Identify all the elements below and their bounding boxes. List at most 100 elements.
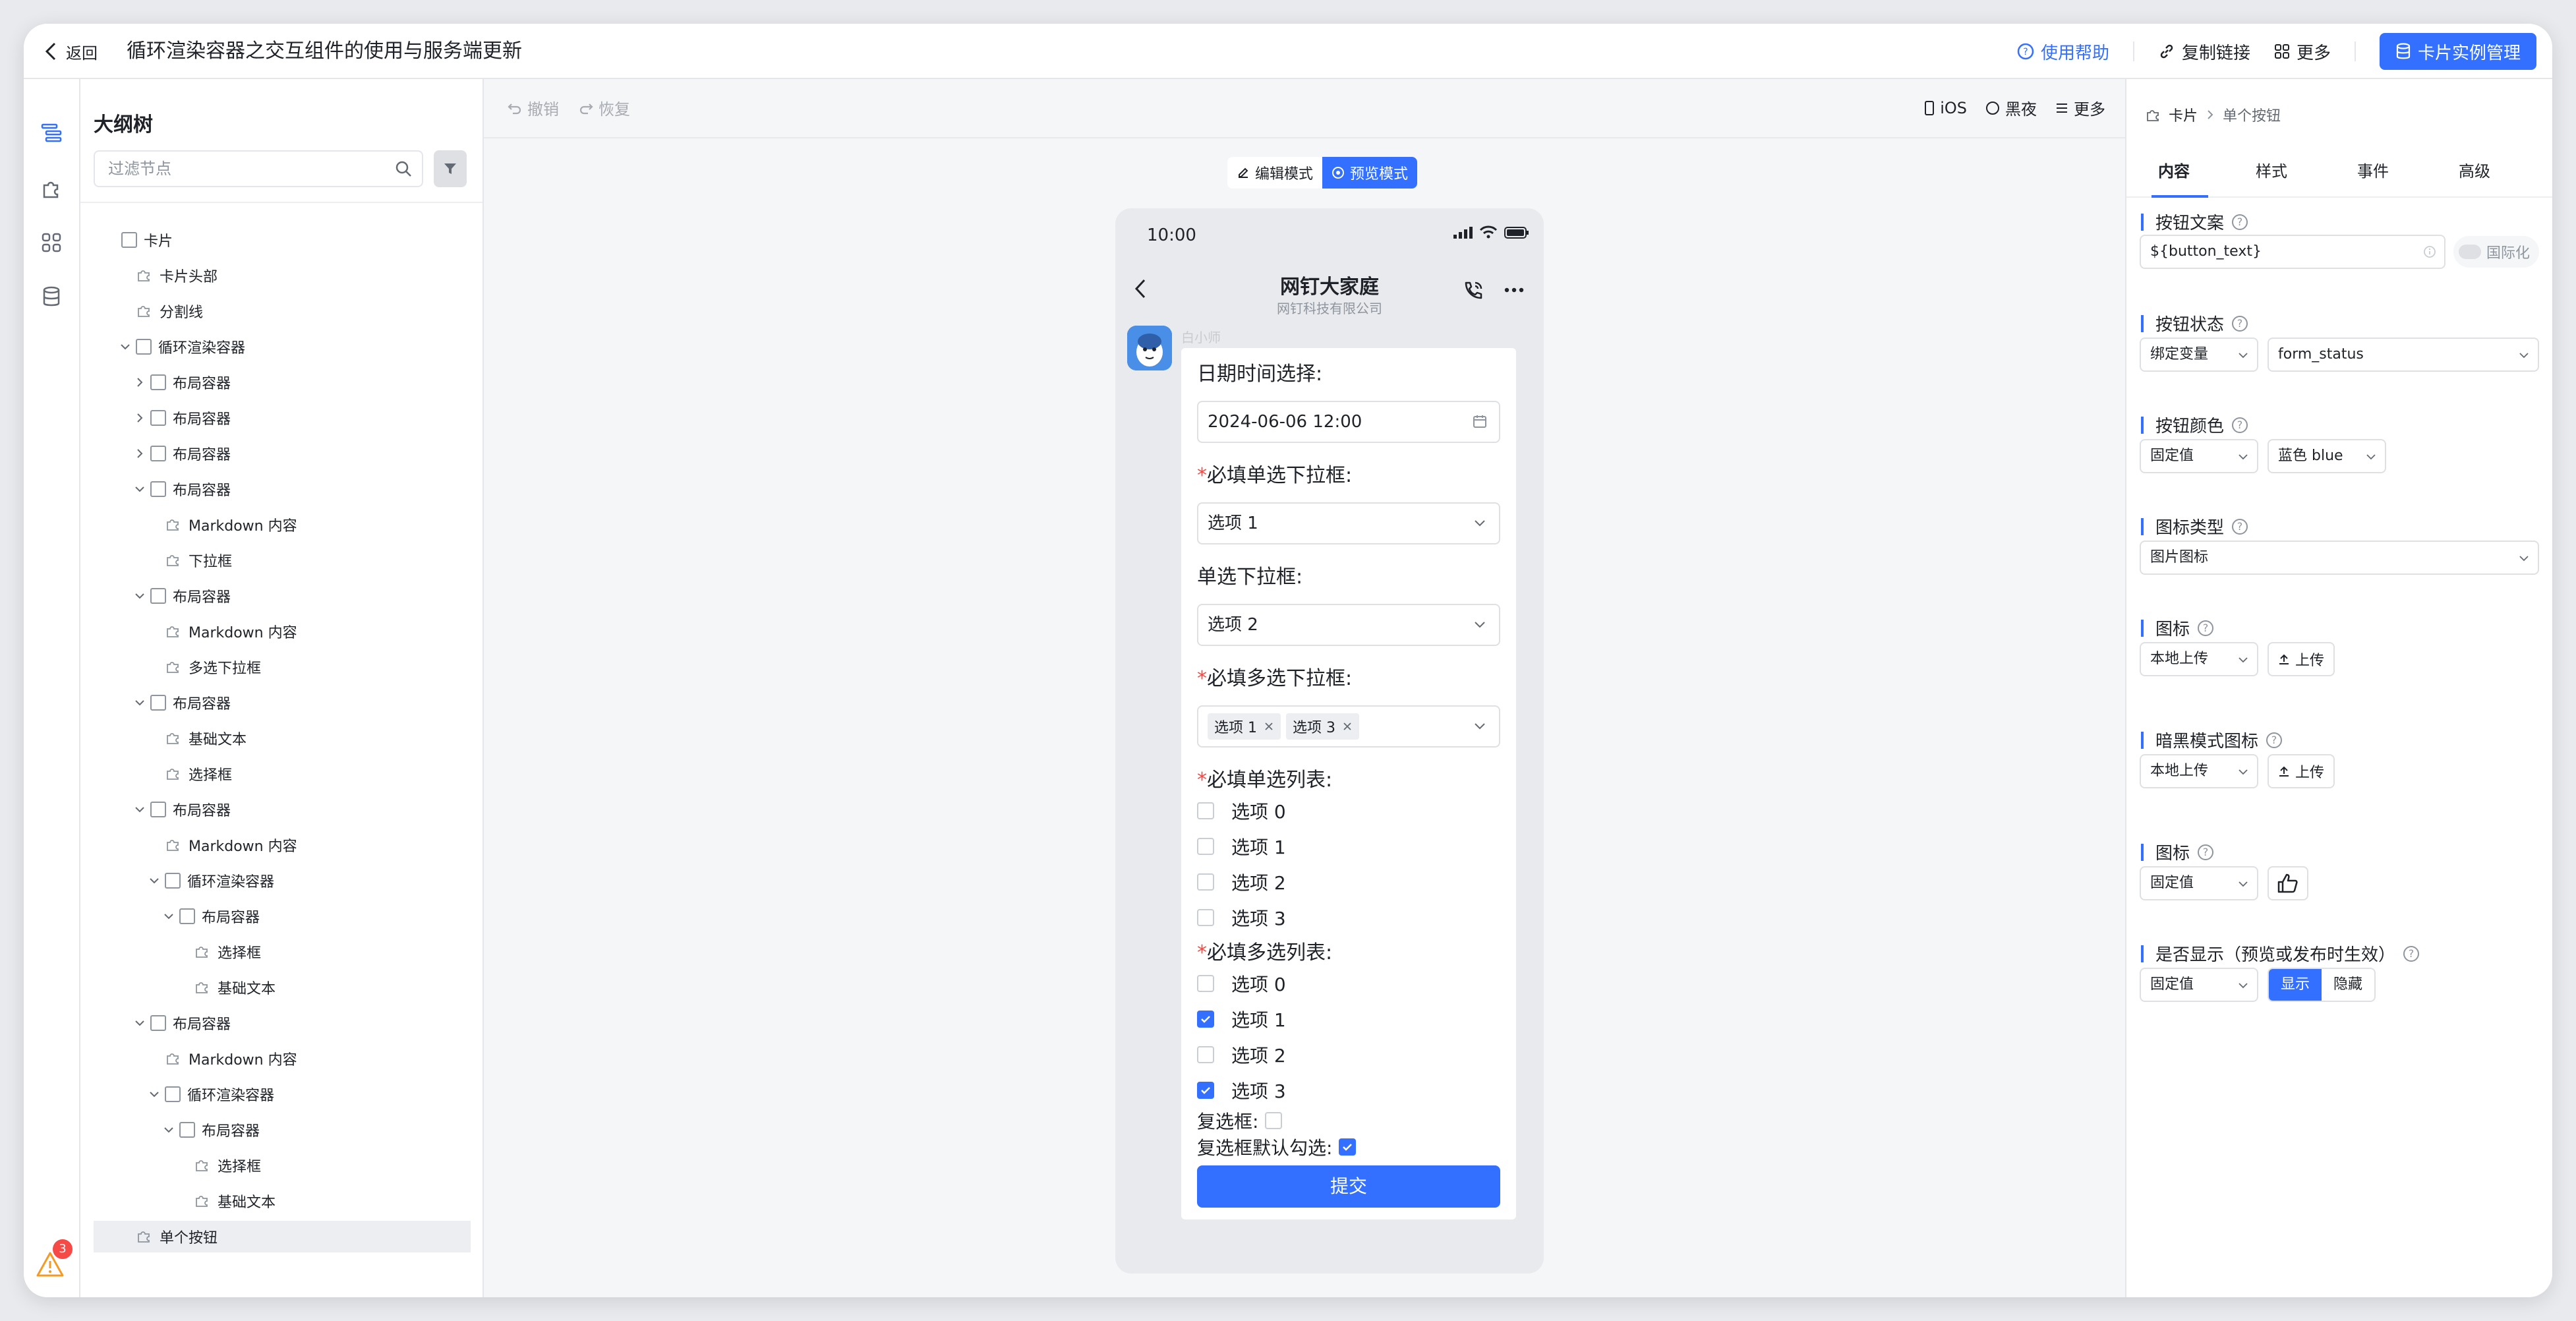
tree-node-container[interactable]: 布局容器 — [94, 473, 471, 505]
checkbox[interactable] — [1197, 802, 1214, 819]
help-circle-icon[interactable]: ? — [2232, 315, 2248, 332]
tree-node-container[interactable]: 布局容器 — [94, 367, 471, 398]
tab-advanced[interactable]: 高级 — [2459, 158, 2490, 181]
required-single-select[interactable]: 选项 1 — [1197, 502, 1500, 544]
help-link[interactable]: ? 使用帮助 — [2017, 40, 2109, 64]
i18n-toggle[interactable]: 国际化 — [2453, 236, 2539, 268]
database-icon[interactable] — [38, 283, 65, 310]
button-text-input[interactable]: ${button_text} — [2140, 235, 2445, 269]
radio-option[interactable]: 选项 1 — [1197, 833, 1286, 860]
tree-node-component[interactable]: 单个按钮 — [94, 1221, 471, 1252]
tree-node-container[interactable]: 布局容器 — [94, 1114, 471, 1146]
tree-node-container[interactable]: 卡片 — [94, 224, 471, 256]
tree-node-container[interactable]: 布局容器 — [94, 1007, 471, 1039]
tree-node-container[interactable]: 循环渲染容器 — [94, 1078, 471, 1110]
color-value-select[interactable]: 蓝色 blue — [2268, 439, 2386, 473]
outline-tree-icon[interactable] — [38, 120, 65, 146]
checkbox[interactable] — [1197, 1046, 1214, 1063]
chevron-down-icon[interactable] — [132, 1015, 148, 1031]
check-option[interactable]: 选项 2 — [1197, 1042, 1286, 1068]
checkbox-checked[interactable] — [1339, 1138, 1357, 1156]
tree-node-component[interactable]: 基础文本 — [94, 972, 471, 1003]
help-circle-icon[interactable]: ? — [2198, 844, 2214, 860]
tab-events[interactable]: 事件 — [2357, 158, 2389, 181]
chevron-down-icon[interactable] — [132, 588, 148, 604]
tree-node-container[interactable]: 布局容器 — [94, 900, 471, 932]
checkbox[interactable] — [1265, 1112, 1283, 1129]
checkbox[interactable] — [1197, 909, 1214, 926]
tree-node-component[interactable]: 选择框 — [94, 758, 471, 790]
checkbox-checked[interactable] — [1197, 1011, 1214, 1028]
icon-type-select[interactable]: 图片图标 — [2140, 541, 2539, 575]
visibility-source-select[interactable]: 固定值 — [2140, 968, 2258, 1002]
date-time-picker[interactable]: 2024-06-06 12:00 — [1197, 401, 1500, 443]
help-circle-icon[interactable]: ? — [2198, 620, 2214, 636]
dark-mode-button[interactable]: 黑夜 — [1985, 96, 2037, 119]
tree-node-component[interactable]: 下拉框 — [94, 544, 471, 576]
more-button[interactable]: 更多 — [2274, 40, 2331, 64]
tree-node-component[interactable]: Markdown 内容 — [94, 509, 471, 541]
component-puzzle-icon[interactable] — [38, 175, 65, 202]
state-source-select[interactable]: 绑定变量 — [2140, 338, 2258, 372]
radio-option[interactable]: 选项 0 — [1197, 798, 1286, 824]
chevron-right-icon[interactable] — [132, 446, 148, 461]
help-circle-icon[interactable]: ? — [2232, 214, 2248, 230]
chevron-down-icon[interactable] — [146, 873, 162, 889]
tree-node-container[interactable]: 布局容器 — [94, 402, 471, 434]
chevron-down-icon[interactable] — [161, 1122, 177, 1138]
check-option[interactable]: 选项 3 — [1197, 1077, 1286, 1103]
close-icon[interactable] — [1264, 721, 1274, 732]
copy-link-button[interactable]: 复制链接 — [2158, 40, 2250, 64]
chevron-down-icon[interactable] — [146, 1086, 162, 1102]
tree-node-component[interactable]: Markdown 内容 — [94, 829, 471, 861]
chevron-right-icon[interactable] — [132, 374, 148, 390]
dark-icon-upload-button[interactable]: 上传 — [2268, 754, 2335, 788]
tab-style[interactable]: 样式 — [2256, 158, 2287, 181]
chevron-down-icon[interactable] — [132, 695, 148, 711]
chevron-down-icon[interactable] — [117, 339, 133, 355]
tree-node-component[interactable]: 卡片头部 — [94, 260, 471, 291]
checkbox[interactable] — [1197, 838, 1214, 855]
dark-icon-source-select[interactable]: 本地上传 — [2140, 754, 2258, 788]
state-variable-select[interactable]: form_status — [2268, 338, 2539, 372]
checkbox-checked[interactable] — [1197, 1082, 1214, 1099]
tree-node-container[interactable]: 布局容器 — [94, 794, 471, 825]
back-button[interactable]: 返回 — [44, 36, 98, 67]
undo-button[interactable]: 撤销 — [508, 96, 559, 119]
tree-node-component[interactable]: Markdown 内容 — [94, 1043, 471, 1074]
tree-node-component[interactable]: 选择框 — [94, 1150, 471, 1181]
toggle-switch[interactable] — [2459, 245, 2481, 259]
icon-upload-button[interactable]: 上传 — [2268, 642, 2335, 676]
tree-node-container[interactable]: 布局容器 — [94, 438, 471, 469]
tree-node-component[interactable]: 选择框 — [94, 936, 471, 968]
icon-source-select[interactable]: 本地上传 — [2140, 642, 2258, 676]
tree-node-container[interactable]: 循环渲染容器 — [94, 865, 471, 896]
help-circle-icon[interactable]: ? — [2232, 518, 2248, 535]
tree-node-container[interactable]: 布局容器 — [94, 580, 471, 612]
icon2-source-select[interactable]: 固定值 — [2140, 866, 2258, 900]
breadcrumb-card[interactable]: 卡片 — [2169, 104, 2198, 125]
tab-content[interactable]: 内容 — [2158, 158, 2190, 181]
tree-node-container[interactable]: 布局容器 — [94, 687, 471, 719]
more-dots-icon[interactable] — [1504, 287, 1524, 293]
tree-node-container[interactable]: 循环渲染容器 — [94, 331, 471, 363]
phone-call-icon[interactable] — [1462, 279, 1484, 302]
tree-node-component[interactable]: 基础文本 — [94, 722, 471, 754]
tree-node-component[interactable]: 基础文本 — [94, 1185, 471, 1217]
single-select[interactable]: 选项 2 — [1197, 604, 1500, 646]
filter-nodes-input[interactable]: 过滤节点 — [94, 150, 423, 187]
filter-button[interactable] — [434, 150, 467, 187]
hide-option[interactable]: 隐藏 — [2322, 969, 2374, 1001]
chevron-down-icon[interactable] — [132, 802, 148, 817]
chevron-down-icon[interactable] — [161, 908, 177, 924]
color-source-select[interactable]: 固定值 — [2140, 439, 2258, 473]
chevron-right-icon[interactable] — [132, 410, 148, 426]
card-instance-manage-button[interactable]: 卡片实例管理 — [2379, 33, 2536, 70]
radio-option[interactable]: 选项 3 — [1197, 904, 1286, 931]
icon-picker-button[interactable] — [2268, 866, 2308, 900]
preview-mode-button[interactable]: 预览模式 — [1322, 157, 1418, 189]
canvas-more-button[interactable]: 更多 — [2055, 96, 2105, 119]
chevron-down-icon[interactable] — [132, 481, 148, 497]
redo-button[interactable]: 恢复 — [579, 96, 630, 119]
checkbox[interactable] — [1197, 873, 1214, 891]
